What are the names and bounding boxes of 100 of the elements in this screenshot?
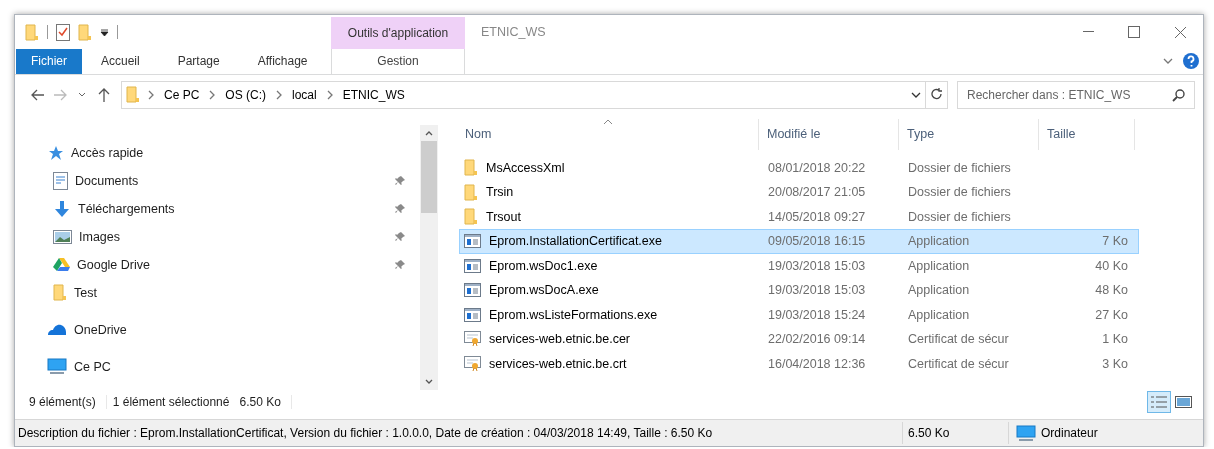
ribbon-tab[interactable]: Affichage (238, 49, 327, 74)
type-cell-text: Dossier de fichiers (907, 185, 1012, 200)
size-cell-text: 7 Ko (1101, 234, 1129, 249)
ribbon-tab[interactable]: Partage (158, 49, 239, 74)
document-icon (53, 171, 68, 190)
file-row[interactable]: Eprom.wsDocA.exe 19/03/2018 15:03 Application 48 Ko (459, 278, 1139, 303)
application-icon (464, 283, 481, 298)
checklist-icon (56, 23, 70, 41)
chevron-down-icon[interactable] (78, 91, 86, 98)
type-cell-text: Application (907, 283, 971, 298)
file-name: Eprom.InstallationCertificat.exe (489, 234, 662, 249)
selection-info: 1 élément sélectionné (111, 395, 230, 410)
folder-icon (464, 159, 478, 177)
file-name: Eprom.wsListeFormations.exe (489, 307, 658, 322)
nav-item[interactable]: OneDrive (74, 322, 406, 337)
chevron-right-icon (274, 89, 284, 100)
folder-icon (464, 183, 478, 201)
scrollbar[interactable] (420, 124, 438, 391)
type-cell-text: Certificat de sécur (907, 332, 1010, 347)
type-cell-text: Application (907, 307, 971, 322)
triangle-logo-icon (53, 257, 70, 272)
picture-view-icon (1174, 396, 1192, 409)
nav-item[interactable]: Google Drive (77, 257, 388, 272)
back-arrow-icon[interactable] (31, 88, 45, 101)
type-cell-text: Dossier de fichiers (907, 160, 1012, 175)
nav-item[interactable]: Téléchargements (78, 201, 388, 216)
file-size: 6.50 Ko (903, 422, 1009, 445)
maximize-icon[interactable] (1128, 26, 1140, 38)
close-icon[interactable] (1173, 25, 1187, 39)
search-icon (1172, 88, 1185, 102)
date-cell-text: 19/03/2018 15:24 (767, 307, 867, 322)
breadcrumb[interactable]: OS (C:) (223, 87, 268, 102)
scrollbar-thumb[interactable] (421, 140, 437, 213)
date-cell-text: 09/05/2018 16:15 (767, 234, 867, 249)
ribbon-tab[interactable]: Gestion (331, 49, 465, 74)
date-cell-text: 19/03/2018 15:03 (767, 283, 867, 298)
file-row[interactable]: Trsin 20/08/2017 21:05 Dossier de fichiers (459, 180, 1139, 205)
location-zone: Ordinateur (1041, 426, 1098, 441)
column-header[interactable]: Nom (457, 118, 759, 150)
nav-item[interactable]: Documents (75, 173, 388, 188)
file-row[interactable]: services-web.etnic.be.cer 22/02/2016 09:14 Certificat de sécur 1 Ko (459, 327, 1139, 352)
nav-item[interactable]: Images (79, 229, 388, 244)
application-icon (464, 234, 481, 249)
file-name: Trsin (486, 185, 514, 200)
file-name: Eprom.wsDoc1.exe (489, 258, 598, 273)
context-tab-header: Outils d'application (331, 17, 465, 49)
file-row[interactable]: MsAccessXml 08/01/2018 20:22 Dossier de fichiers (459, 155, 1139, 180)
application-icon (464, 307, 481, 322)
nav-item[interactable]: Accès rapide (71, 145, 406, 160)
up-arrow-icon[interactable] (98, 87, 110, 102)
date-cell-text: 20/08/2017 21:05 (767, 185, 867, 200)
file-name: Trsout (486, 209, 521, 224)
nav-item[interactable]: Ce PC (74, 359, 406, 374)
file-row[interactable]: Trsout 14/05/2018 09:27 Dossier de fichiers (459, 204, 1139, 229)
file-name: services-web.etnic.be.crt (489, 356, 627, 371)
file-name: services-web.etnic.be.cer (489, 332, 631, 347)
star-icon (47, 144, 64, 161)
size-cell-text: 48 Ko (1094, 283, 1129, 298)
address-bar[interactable]: Ce PC OS (C:) local ETNIC_WS (121, 80, 948, 109)
search-field[interactable]: Rechercher dans : ETNIC_WS (957, 80, 1195, 109)
type-cell-text: Application (907, 258, 971, 273)
file-row[interactable]: Eprom.wsDoc1.exe 19/03/2018 15:03 Application 40 Ko (459, 253, 1139, 278)
type-cell-text: Certificat de sécur (907, 356, 1010, 371)
folder-icon (78, 23, 92, 41)
folder-icon (464, 208, 478, 226)
file-row[interactable]: Eprom.InstallationCertificat.exe 09/05/2018 16:15 Application 7 Ko (459, 229, 1139, 254)
file-name: MsAccessXml (486, 160, 565, 175)
file-name: Eprom.wsDocA.exe (489, 283, 599, 298)
folder-icon (126, 86, 140, 104)
sort-ascending-icon (602, 118, 613, 125)
item-count: 9 élément(s) (19, 395, 107, 410)
ribbon-tab[interactable]: Fichier (16, 49, 82, 74)
column-header[interactable]: Type (899, 118, 1039, 150)
date-cell-text: 08/01/2018 20:22 (767, 160, 867, 175)
selection-size: 6.50 Ko (229, 395, 292, 410)
download-icon (53, 199, 71, 218)
column-header[interactable]: Modifié le (759, 118, 899, 150)
certificate-icon (464, 331, 481, 348)
refresh-icon[interactable] (930, 88, 943, 102)
column-header[interactable]: Taille (1039, 118, 1135, 150)
file-description: Description du fichier : Eprom.InstallationCertificat, Version du fichier : 1.0.0.0, Date de création : 04/03/2018 14:49, Taille : 6.50 Ko (15, 422, 903, 445)
minimize-icon[interactable] (1082, 31, 1094, 33)
size-cell-text: 27 Ko (1094, 307, 1129, 322)
certificate-icon (464, 355, 481, 372)
breadcrumb[interactable]: Ce PC (162, 87, 202, 102)
ribbon-tab[interactable]: Accueil (82, 49, 159, 74)
file-row[interactable]: services-web.etnic.be.crt 16/04/2018 12:36 Certificat de sécur 3 Ko (459, 351, 1139, 376)
dropdown-icon (100, 27, 109, 37)
monitor-icon (47, 358, 67, 375)
type-cell-text: Application (907, 234, 971, 249)
file-row[interactable]: Eprom.wsListeFormations.exe 19/03/2018 15:24 Application 27 Ko (459, 302, 1139, 327)
date-cell-text: 16/04/2018 12:36 (767, 356, 867, 371)
folder-icon (53, 284, 67, 301)
date-cell-text: 19/03/2018 15:03 (767, 258, 867, 273)
window-title: ETNIC_WS (481, 25, 547, 39)
breadcrumb[interactable]: local (290, 87, 319, 102)
nav-item[interactable]: Test (74, 285, 406, 300)
type-cell-text: Dossier de fichiers (907, 209, 1012, 224)
breadcrumb[interactable]: ETNIC_WS (340, 87, 407, 102)
application-icon (464, 258, 481, 273)
